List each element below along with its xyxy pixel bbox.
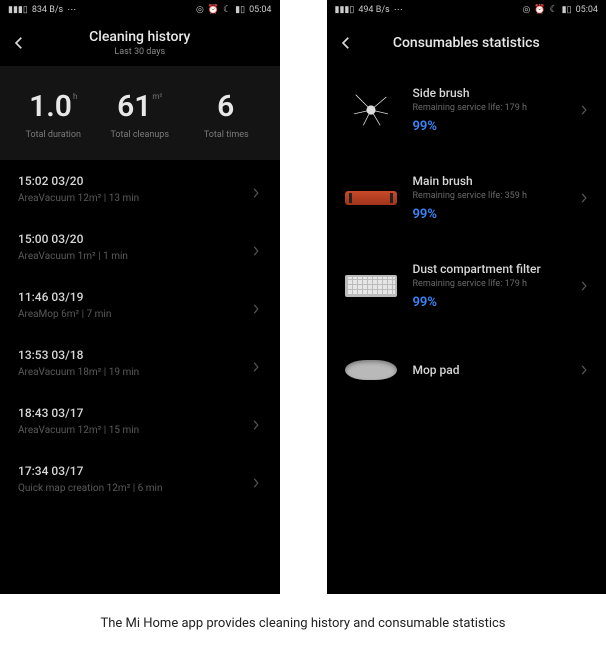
summary-duration: 1.0h Total duration: [10, 92, 97, 140]
chevron-right-icon: [252, 474, 262, 484]
caption: The Mi Home app provides cleaning histor…: [0, 594, 606, 649]
battery-icon: ▮▯: [235, 5, 245, 15]
main-brush-icon: [345, 178, 397, 218]
net-speed: 494 B/s: [358, 5, 389, 15]
summary-cleanups: 61m² Total cleanups: [97, 92, 184, 140]
chevron-right-icon: [252, 184, 262, 194]
topbar: Cleaning history Last 30 days: [0, 20, 280, 66]
clock: 05:04: [249, 5, 271, 15]
topbar: Consumables statistics: [327, 20, 606, 66]
filter-icon: [345, 266, 397, 306]
moon-icon: ☾: [223, 5, 231, 15]
history-row[interactable]: 15:02 03/20AreaVacuum 12m² | 13 min: [0, 160, 280, 218]
page-subtitle: Last 30 days: [0, 47, 280, 57]
moon-icon: ☾: [550, 5, 558, 15]
chevron-right-icon: [580, 361, 588, 380]
side-brush-icon: [345, 90, 397, 130]
mop-pad-icon: [345, 350, 397, 390]
page-title: Cleaning history: [0, 29, 280, 45]
summary-panel: 1.0h Total duration 61m² Total cleanups …: [0, 66, 280, 160]
chevron-right-icon: [580, 189, 588, 208]
phone-consumables: ▮▮▮▯ 494 B/s ⋯ ◎ ⏰ ☾ ▮▯ 05:04 Consumable…: [327, 0, 606, 594]
back-button[interactable]: [10, 28, 40, 58]
summary-times: 6 Total times: [183, 92, 270, 140]
net-speed: 834 B/s: [32, 5, 63, 15]
clock: 05:04: [576, 5, 598, 15]
chevron-right-icon: [580, 101, 588, 120]
more-icon: ⋯: [67, 5, 76, 15]
consumable-side-brush[interactable]: Side brush Remaining service life: 179 h…: [327, 66, 606, 154]
phone-cleaning-history: ▮▮▮▯ 834 B/s ⋯ ◎ ⏰ ☾ ▮▯ 05:04 Cleaning h…: [0, 0, 280, 594]
status-bar: ▮▮▮▯ 834 B/s ⋯ ◎ ⏰ ☾ ▮▯ 05:04: [0, 0, 280, 20]
eye-icon: ◎: [523, 5, 531, 15]
more-icon: ⋯: [394, 5, 403, 15]
signal-icon: ▮▮▮▯: [335, 5, 355, 15]
consumables-list[interactable]: Side brush Remaining service life: 179 h…: [327, 66, 606, 594]
history-row[interactable]: 18:43 03/17AreaVacuum 12m² | 15 min: [0, 392, 280, 450]
status-bar: ▮▮▮▯ 494 B/s ⋯ ◎ ⏰ ☾ ▮▯ 05:04: [327, 0, 606, 20]
chevron-right-icon: [580, 277, 588, 296]
history-row[interactable]: 11:46 03/19AreaMop 6m² | 7 min: [0, 276, 280, 334]
consumable-main-brush[interactable]: Main brush Remaining service life: 359 h…: [327, 154, 606, 242]
chevron-right-icon: [252, 300, 262, 310]
battery-icon: ▮▯: [562, 5, 572, 15]
consumable-mop-pad[interactable]: Mop pad: [327, 330, 606, 410]
back-button[interactable]: [337, 28, 367, 58]
history-row[interactable]: 17:34 03/17Quick map creation 12m² | 6 m…: [0, 450, 280, 508]
history-row[interactable]: 13:53 03/18AreaVacuum 18m² | 19 min: [0, 334, 280, 392]
consumable-filter[interactable]: Dust compartment filter Remaining servic…: [327, 242, 606, 330]
history-list[interactable]: 15:02 03/20AreaVacuum 12m² | 13 min 15:0…: [0, 160, 280, 594]
chevron-right-icon: [252, 416, 262, 426]
alarm-icon: ⏰: [534, 5, 545, 15]
alarm-icon: ⏰: [208, 5, 219, 15]
page-title: Consumables statistics: [327, 35, 606, 51]
eye-icon: ◎: [196, 5, 204, 15]
chevron-right-icon: [252, 358, 262, 368]
history-row[interactable]: 15:00 03/20AreaVacuum 1m² | 1 min: [0, 218, 280, 276]
signal-icon: ▮▮▮▯: [8, 5, 28, 15]
chevron-right-icon: [252, 242, 262, 252]
